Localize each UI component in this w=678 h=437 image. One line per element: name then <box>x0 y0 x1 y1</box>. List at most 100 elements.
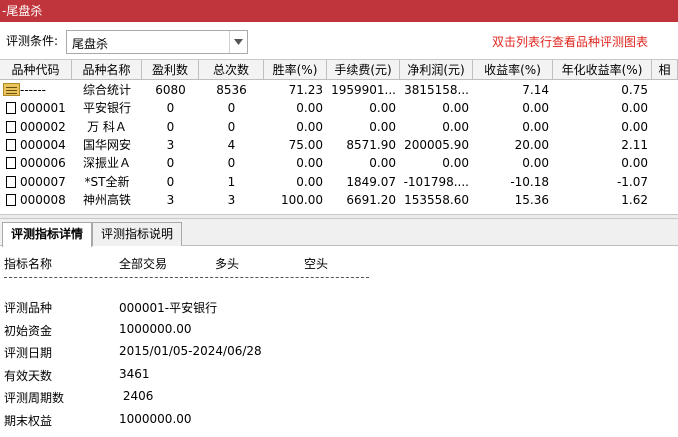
detail-row-value: 2015/01/05-2024/06/28 <box>119 344 262 358</box>
table-row[interactable]: 000008 神州高铁 3 3 100.00 6691.20 153558.60 15.36 1… <box>0 191 678 209</box>
table-cell-total: 0 <box>227 101 236 116</box>
detail-row: 初始资金 1000000.00 <box>0 322 678 344</box>
detail-row-value: 2406 <box>119 389 154 403</box>
column-header[interactable]: 手续费(元) <box>327 60 400 80</box>
table-cell-code: 000008 <box>20 192 66 207</box>
table-cell-fee: 0.00 <box>369 101 396 116</box>
column-header[interactable]: 收益率(%) <box>473 60 553 80</box>
table-cell-wins: 3 <box>166 137 175 152</box>
detail-tabs: 评测指标详情 评测指标说明 <box>0 219 678 247</box>
table-cell-wins: 0 <box>166 156 175 171</box>
table-cell-fee: 0.00 <box>369 156 396 171</box>
table-cell-ret: -10.18 <box>510 174 549 189</box>
table-cell-wins: 0 <box>166 101 175 116</box>
detail-row: 评测周期数 2406 <box>0 389 678 411</box>
condition-select[interactable]: 尾盘杀 <box>66 30 248 54</box>
table-cell-total: 0 <box>227 156 236 171</box>
table-cell-fee: 1959901... <box>331 83 396 97</box>
window-titlebar: -尾盘杀 <box>0 0 678 22</box>
table-cell-total: 8536 <box>216 83 247 97</box>
table-cell-annual: 0.00 <box>621 101 648 116</box>
detail-row: 评测品种 000001-平安银行 <box>0 299 678 321</box>
table-cell-fee: 6691.20 <box>346 192 396 207</box>
table-cell-profit: 3815158... <box>404 83 469 97</box>
table-cell-wins: 0 <box>166 119 175 134</box>
column-header[interactable]: 品种名称 <box>72 60 142 80</box>
column-header[interactable]: 年化收益率(%) <box>553 60 652 80</box>
table-cell-ret: 0.00 <box>522 101 549 116</box>
table-cell-wins: 3 <box>166 192 175 207</box>
table-cell-name: 深振业Ａ <box>82 156 131 171</box>
detail-row-label: 有效天数 <box>4 368 53 383</box>
table-cell-name: 神州高铁 <box>82 192 131 207</box>
table-cell-winrate: 75.00 <box>288 137 323 152</box>
column-header[interactable]: 胜率(%) <box>264 60 327 80</box>
table-cell-code: 000007 <box>20 174 66 189</box>
table-cell-fee: 0.00 <box>369 119 396 134</box>
detail-row-label: 评测周期数 <box>4 391 65 405</box>
column-header[interactable]: 总次数 <box>199 60 264 80</box>
detail-header-indicator: 指标名称 <box>4 257 53 271</box>
column-header[interactable]: 盈利数 <box>142 60 199 80</box>
detail-row-label: 初始资金 <box>4 323 53 338</box>
table-row[interactable]: 000002 万 科Ａ 0 0 0.00 0.00 0.00 0.00 0.00 <box>0 118 678 136</box>
table-cell-fee: 1849.07 <box>346 174 396 189</box>
table-cell-total: 4 <box>227 137 236 152</box>
table-row[interactable]: 000006 深振业Ａ 0 0 0.00 0.00 0.00 0.00 0.00 <box>0 154 678 172</box>
detail-row-value: 3461 <box>119 366 150 381</box>
table-cell-wins: 0 <box>166 174 175 189</box>
table-cell-name: 万 科Ａ <box>87 119 127 134</box>
table-cell-fee: 8571.90 <box>346 137 396 152</box>
table-cell-ret: 15.36 <box>514 192 549 207</box>
table-row[interactable]: 000004 国华网安 3 4 75.00 8571.90 200005.90 20.00 2.… <box>0 136 678 154</box>
window-title: -尾盘杀 <box>2 4 43 18</box>
table-cell-total: 0 <box>227 119 236 134</box>
evaluation-table[interactable]: 品种代码 品种名称 盈利数 总次数 胜率(%) 手续费(元) 净利润(元) 收益率(%) 年化收… <box>0 59 678 214</box>
detail-panel: 指标名称 全部交易 多头 空头 评测品种 000001-平安银行 初始资金 10000… <box>0 247 678 437</box>
table-cell-profit: 153558.60 <box>404 192 469 207</box>
table-cell-ret: 20.00 <box>514 137 549 152</box>
table-cell-ret: 0.00 <box>522 156 549 171</box>
table-cell-winrate: 0.00 <box>296 156 323 171</box>
tab-indicator-description[interactable]: 评测指标说明 <box>92 222 183 246</box>
table-cell-annual: 2.11 <box>621 137 648 152</box>
detail-header-long: 多头 <box>215 257 240 271</box>
table-row[interactable]: 000001 平安银行 0 0 0.00 0.00 0.00 0.00 0.00 <box>0 99 678 117</box>
table-row[interactable]: ------ 综合统计 6080 8536 71.23 1959901... 3815158… <box>0 81 678 99</box>
table-cell-winrate: 0.00 <box>296 174 323 189</box>
tab-indicator-details[interactable]: 评测指标详情 <box>2 222 93 247</box>
condition-select-value: 尾盘杀 <box>72 37 109 51</box>
table-cell-annual: 0.00 <box>621 119 648 134</box>
table-cell-total: 3 <box>227 192 236 207</box>
table-cell-annual: 1.62 <box>621 192 648 207</box>
condition-toolbar: 评测条件: 尾盘杀 双击列表行查看品种评测图表 <box>0 22 678 59</box>
table-cell-wins: 6080 <box>155 83 186 97</box>
table-cell-winrate: 0.00 <box>296 101 323 116</box>
table-row[interactable]: 000007 *ST全新 0 1 0.00 1849.07 -101798.... -10.1… <box>0 173 678 191</box>
double-click-hint: 双击列表行查看品种评测图表 <box>491 35 648 49</box>
table-cell-winrate: 71.23 <box>288 83 323 97</box>
table-cell-name: 国华网安 <box>82 137 131 152</box>
table-cell-code: 000001 <box>20 101 66 116</box>
detail-row-label: 评测日期 <box>4 346 53 360</box>
table-cell-profit: 0.00 <box>442 101 469 116</box>
table-cell-profit: -101798.... <box>403 174 469 189</box>
tab-label: 评测指标说明 <box>101 227 174 241</box>
table-cell-code: ------ <box>20 83 46 97</box>
table-cell-code: 000002 <box>20 119 66 134</box>
dashed-divider <box>4 277 369 278</box>
detail-row-label: 期末权益 <box>4 413 53 428</box>
detail-row: 期末权益 1000000.00 <box>0 412 678 434</box>
column-header[interactable]: 相 <box>652 60 678 80</box>
table-cell-annual: 0.00 <box>621 156 648 171</box>
table-cell-code: 000004 <box>20 137 66 152</box>
detail-row-value: 1000000.00 <box>119 321 192 336</box>
table-cell-annual: -1.07 <box>616 174 648 189</box>
condition-label: 评测条件: <box>6 34 59 48</box>
column-header[interactable]: 净利润(元) <box>400 60 473 80</box>
table-cell-ret: 0.00 <box>522 119 549 134</box>
column-header[interactable]: 品种代码 <box>0 60 72 80</box>
detail-header-all: 全部交易 <box>119 257 168 271</box>
table-cell-profit: 0.00 <box>442 119 469 134</box>
chevron-down-icon[interactable] <box>229 31 247 53</box>
